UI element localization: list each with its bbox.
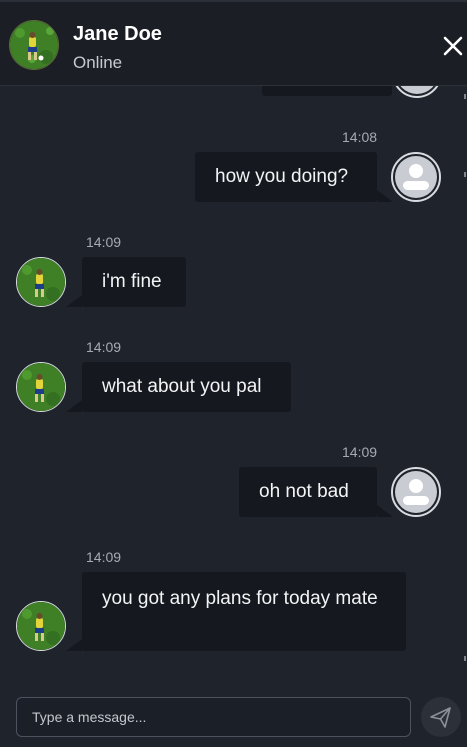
message-time: 14:09 (86, 234, 122, 250)
message-bubble: what about you pal (82, 362, 291, 412)
bubble-tail (66, 639, 82, 651)
message-list[interactable]: 14:08 how you doing? 14:09 i'm fine 14:0… (0, 86, 467, 680)
close-icon[interactable] (440, 33, 466, 59)
bubble-tail (377, 190, 393, 202)
send-icon (430, 707, 451, 728)
chat-header: Jane Doe Online (0, 0, 467, 86)
contact-status: Online (73, 53, 123, 72)
contact-avatar[interactable] (9, 20, 59, 70)
user-avatar-partial (392, 86, 442, 98)
message-time: 14:08 (342, 129, 378, 145)
contact-avatar-small (16, 601, 66, 651)
send-button[interactable] (421, 697, 461, 737)
message-time: 14:09 (86, 549, 122, 565)
bubble-tail (66, 295, 82, 307)
contact-avatar-small (16, 257, 66, 307)
message-bubble-partial (262, 86, 392, 96)
message-bubble: how you doing? (195, 152, 377, 202)
message-time: 14:09 (86, 339, 122, 355)
chat-window: Jane Doe Online 14:08 how you doing? 14:… (0, 0, 467, 747)
message-bubble: oh not bad (239, 467, 377, 517)
message-input[interactable] (16, 697, 411, 737)
contact-avatar-small (16, 362, 66, 412)
user-avatar (391, 152, 441, 202)
composer-bar (0, 680, 467, 747)
message-time: 14:09 (342, 444, 378, 460)
bubble-tail (66, 400, 82, 412)
message-bubble: you got any plans for today mate (82, 572, 406, 651)
bubble-tail (377, 505, 393, 517)
message-bubble: i'm fine (82, 257, 186, 307)
contact-name: Jane Doe (73, 23, 162, 45)
user-avatar (391, 467, 441, 517)
